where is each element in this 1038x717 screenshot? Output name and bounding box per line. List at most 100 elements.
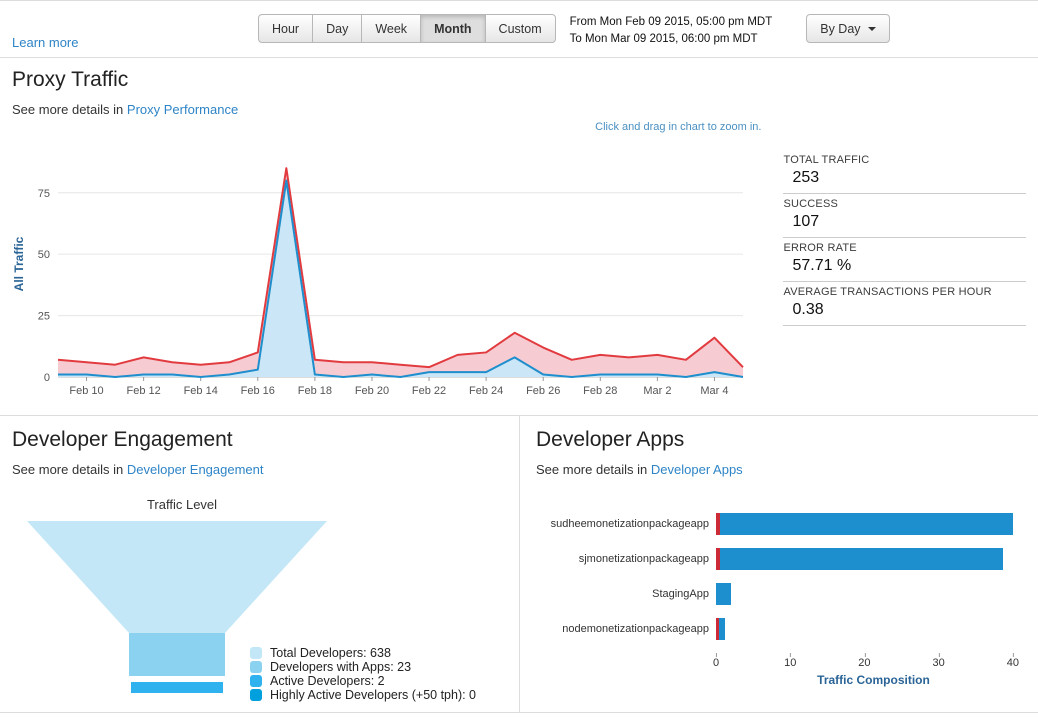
date-from: From Mon Feb 09 2015, 05:00 pm MDT [570, 14, 773, 31]
developer-engagement-link[interactable]: Developer Engagement [127, 462, 264, 477]
x-tick-label: 0 [713, 657, 719, 669]
x-tick-label: 40 [1007, 657, 1019, 669]
bar-track [716, 548, 1024, 570]
stat-total-traffic: TOTAL TRAFFIC 253 [783, 151, 1026, 194]
y-tick-label: 25 [38, 311, 50, 323]
x-tick-label: Feb 20 [355, 385, 389, 397]
legend-swatch [250, 689, 262, 701]
legend-swatch [250, 647, 262, 659]
date-range-display: From Mon Feb 09 2015, 05:00 pm MDT To Mo… [570, 14, 773, 49]
x-tick-label: 20 [858, 657, 870, 669]
legend-label: Total Developers: 638 [270, 646, 391, 660]
range-button-group: Hour Day Week Month Custom [258, 14, 556, 43]
y-tick-label: 0 [44, 372, 50, 384]
bar-category-label: sudheemonetizationpackageapp [536, 518, 716, 530]
y-tick-label: 75 [38, 188, 50, 200]
date-to: To Mon Mar 09 2015, 06:00 pm MDT [570, 31, 773, 48]
legend-item: Active Developers: 2 [250, 675, 476, 687]
stat-value: 107 [783, 210, 1026, 232]
bar-category-label: StagingApp [536, 588, 716, 600]
range-button-week[interactable]: Week [361, 14, 420, 43]
series-area-All Traffic [58, 168, 743, 377]
x-tick-label: Feb 16 [241, 385, 275, 397]
x-tick-label: Feb 28 [583, 385, 617, 397]
learn-more-link[interactable]: Learn more [12, 35, 78, 50]
range-button-custom[interactable]: Custom [485, 14, 556, 43]
series-line-Success [58, 180, 743, 377]
legend-label: Active Developers: 2 [270, 674, 385, 688]
legend-item: Total Developers: 638 [250, 647, 476, 659]
developer-engagement-title: Developer Engagement [12, 428, 505, 452]
proxy-traffic-chart[interactable]: 0 25 50 75 Feb 10 Feb 12 Feb 14 Feb 16 Feb 18 Feb… [12, 139, 757, 407]
stat-value: 0.38 [783, 298, 1026, 320]
x-tick-label: Feb 14 [184, 385, 218, 397]
developer-apps-section: Developer Apps See more details in Devel… [519, 416, 1038, 712]
legend-swatch [250, 661, 262, 673]
developer-apps-link[interactable]: Developer Apps [651, 462, 743, 477]
legend-item: Highly Active Developers (+50 tph): 0 [250, 689, 476, 701]
funnel-stage-with-apps [129, 633, 225, 676]
legend-item: Developers with Apps: 23 [250, 661, 476, 673]
x-tick-label: Feb 10 [69, 385, 103, 397]
developer-engagement-section: Developer Engagement See more details in… [0, 416, 519, 712]
traffic-stats-panel: TOTAL TRAFFIC 253 SUCCESS 107 ERROR RATE… [783, 151, 1026, 410]
bar-segment-success[interactable] [716, 583, 731, 605]
x-tick-label: 30 [933, 657, 945, 669]
x-axis: 0 10 20 30 40 [536, 653, 1024, 671]
x-tick-label: Feb 18 [298, 385, 332, 397]
bar-row: sudheemonetizationpackageapp [536, 513, 1024, 535]
range-button-hour[interactable]: Hour [258, 14, 312, 43]
x-axis-title: Traffic Composition [723, 671, 1024, 687]
proxy-traffic-title: Proxy Traffic [12, 68, 1026, 92]
range-button-month[interactable]: Month [420, 14, 484, 43]
bar-track [716, 618, 1024, 640]
interval-dropdown[interactable]: By Day [806, 14, 889, 43]
bar-track [716, 513, 1024, 535]
x-tick-label: 10 [784, 657, 796, 669]
stat-label: ERROR RATE [783, 242, 1026, 254]
stat-value: 57.71 % [783, 254, 1026, 276]
funnel-legend: Total Developers: 638Developers with App… [250, 647, 476, 703]
zoom-hint: Click and drag in chart to zoom in. [12, 121, 765, 139]
bar-row: nodemonetizationpackageapp [536, 618, 1024, 640]
caret-down-icon [868, 27, 876, 31]
developer-engagement-subtitle: See more details in Developer Engagement [12, 462, 505, 477]
series-line-All Traffic [58, 168, 743, 367]
stat-label: TOTAL TRAFFIC [783, 154, 1026, 166]
proxy-traffic-subtitle: See more details in Proxy Performance [12, 102, 1026, 117]
developer-apps-subtitle: See more details in Developer Apps [536, 462, 1024, 477]
funnel-stage-total [27, 521, 327, 633]
topbar: Learn more Hour Day Week Month Custom Fr… [0, 1, 1038, 58]
stat-label: SUCCESS [783, 198, 1026, 210]
funnel-stage-active [131, 682, 223, 693]
bar-row: sjmonetizationpackageapp [536, 548, 1024, 570]
subtitle-text: See more details in [12, 102, 123, 117]
stat-error-rate: ERROR RATE 57.71 % [783, 239, 1026, 282]
x-tick-label: Feb 12 [127, 385, 161, 397]
x-tick-label: Feb 24 [469, 385, 503, 397]
bar-track [716, 583, 1024, 605]
bar-category-label: sjmonetizationpackageapp [536, 553, 716, 565]
stat-label: AVERAGE TRANSACTIONS PER HOUR [783, 286, 1026, 298]
bar-segment-success[interactable] [720, 513, 1013, 535]
y-axis-label: All Traffic [12, 236, 26, 291]
interval-dropdown-label: By Day [820, 22, 860, 36]
bar-segment-success[interactable] [719, 618, 725, 640]
series-area-Success [58, 180, 743, 377]
subtitle-text: See more details in [12, 462, 123, 477]
x-tick-label: Mar 2 [643, 385, 671, 397]
developer-apps-title: Developer Apps [536, 428, 1024, 452]
funnel-chart-area: Traffic Level Total Developers: 638Devel… [12, 497, 505, 717]
x-tick-label: Mar 4 [700, 385, 728, 397]
bar-row: StagingApp [536, 583, 1024, 605]
apps-bar-chart[interactable]: sudheemonetizationpackageapp sjmonetizati… [536, 513, 1024, 687]
stat-avg-tph: AVERAGE TRANSACTIONS PER HOUR 0.38 [783, 283, 1026, 326]
proxy-performance-link[interactable]: Proxy Performance [127, 102, 238, 117]
funnel-title: Traffic Level [22, 497, 342, 512]
subtitle-text: See more details in [536, 462, 647, 477]
range-button-day[interactable]: Day [312, 14, 361, 43]
bar-category-label: nodemonetizationpackageapp [536, 623, 716, 635]
legend-label: Developers with Apps: 23 [270, 660, 411, 674]
y-tick-label: 50 [38, 249, 50, 261]
bar-segment-success[interactable] [720, 548, 1004, 570]
